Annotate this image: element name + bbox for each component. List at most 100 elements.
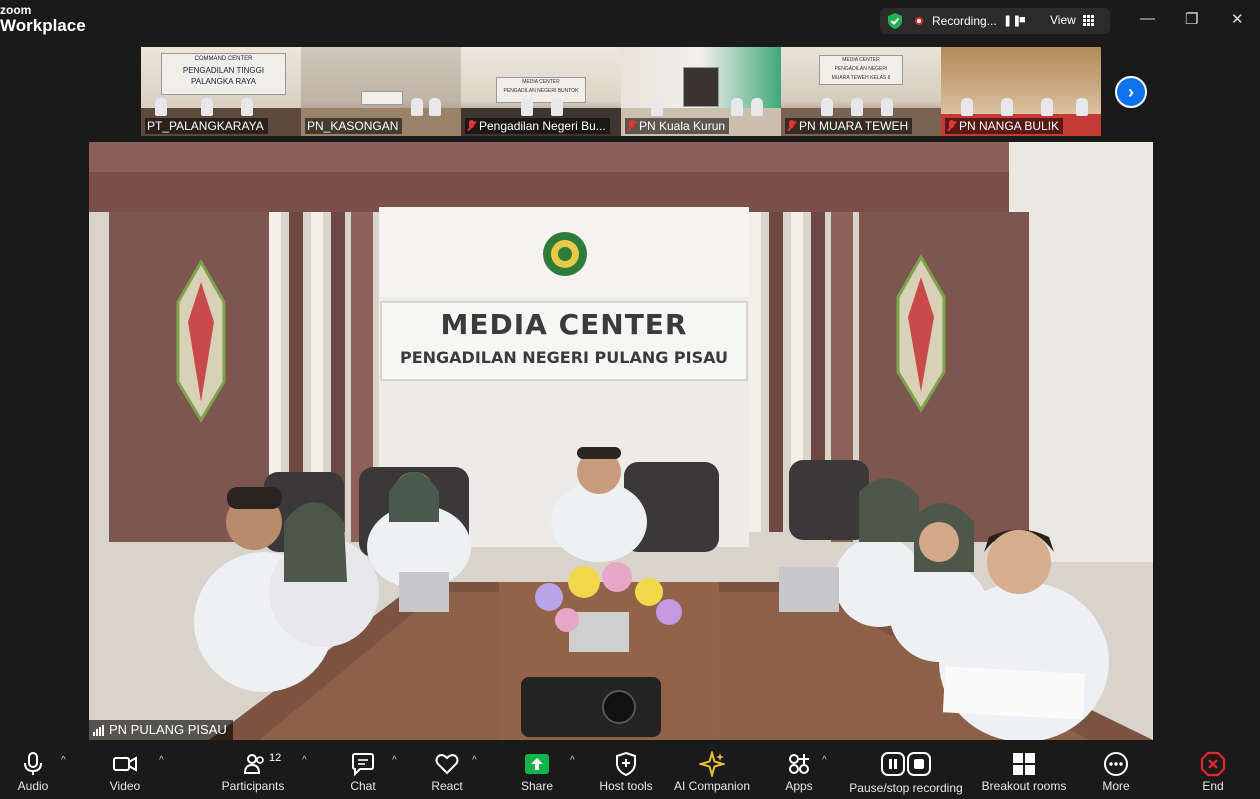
- video-button[interactable]: Video: [102, 741, 148, 799]
- person: [551, 98, 563, 116]
- gallery-grid-icon[interactable]: [1083, 15, 1094, 26]
- next-page-chevron-icon[interactable]: ›: [1115, 76, 1147, 108]
- video-options-chevron-icon[interactable]: ^: [159, 755, 164, 766]
- video-label: Video: [109, 779, 141, 793]
- chat-options-chevron-icon[interactable]: ^: [392, 755, 397, 766]
- sign-line: MUARA TEWEH KELAS II: [831, 75, 891, 81]
- restore-button[interactable]: ❐: [1185, 10, 1198, 28]
- breakout-rooms-label: Breakout rooms: [981, 779, 1067, 793]
- apps-label: Apps: [785, 779, 813, 793]
- person: [1001, 98, 1013, 116]
- participant-name-label: Pengadilan Negeri Bu...: [465, 118, 610, 134]
- share-label: Share: [520, 779, 554, 793]
- share-screen-icon: [525, 754, 549, 774]
- apps-options-chevron-icon[interactable]: ^: [822, 755, 827, 766]
- view-button[interactable]: View: [1050, 13, 1076, 27]
- muted-mic-icon: [627, 120, 636, 132]
- brand-workplace: Workplace: [0, 16, 86, 35]
- sign-line: PENGADILAN TINGGI: [182, 66, 265, 75]
- person: [201, 98, 213, 116]
- meeting-toolbar: Audio ^ Video ^ 12 Participants ^ Chat ^…: [0, 741, 1260, 799]
- breakout-rooms-button[interactable]: Breakout rooms: [980, 741, 1068, 799]
- participant-name-label: PN NANGA BULIK: [945, 118, 1064, 134]
- wall-sign-title: MEDIA CENTER: [440, 308, 688, 341]
- person: [1041, 98, 1053, 116]
- host-tools-shield-icon: [616, 751, 636, 777]
- audio-button[interactable]: Audio: [10, 741, 56, 799]
- participants-options-chevron-icon[interactable]: ^: [302, 755, 307, 766]
- audio-options-chevron-icon[interactable]: ^: [61, 755, 66, 766]
- participant-name-label: PN MUARA TEWEH: [785, 118, 913, 134]
- recording-dot-icon: [915, 17, 923, 25]
- audio-label: Audio: [17, 779, 49, 793]
- participants-label: Participants: [221, 779, 285, 793]
- participants-button[interactable]: 12 Participants: [221, 741, 285, 799]
- participant-tile[interactable]: PN NANGA BULIK: [941, 47, 1101, 136]
- react-options-chevron-icon[interactable]: ^: [472, 755, 477, 766]
- participant-tile[interactable]: MEDIA CENTER PENGADILAN NEGERI MUARA TEW…: [781, 47, 941, 136]
- chat-button[interactable]: Chat: [340, 741, 386, 799]
- muted-mic-icon: [947, 120, 956, 132]
- person: [155, 98, 167, 116]
- participant-tile[interactable]: MEDIA CENTER PENGADILAN NEGERI BUNTOK Pe…: [461, 47, 621, 136]
- participant-name: PT_PALANGKARAYA: [147, 119, 264, 133]
- pause-stop-recording-button[interactable]: Pause/stop recording: [848, 741, 964, 799]
- more-label: More: [1102, 779, 1130, 793]
- pause-stop-icon: [881, 752, 931, 776]
- person: [1076, 98, 1088, 116]
- security-shield-icon[interactable]: [886, 12, 904, 30]
- participant-name-label: PN_KASONGAN: [305, 118, 403, 134]
- end-meeting-button[interactable]: End: [1192, 741, 1234, 799]
- recording-stop-icon[interactable]: ■: [1019, 14, 1026, 26]
- share-button[interactable]: Share: [514, 741, 560, 799]
- room-sign: MEDIA CENTER PENGADILAN NEGERI BUNTOK: [496, 77, 586, 103]
- participant-name: Pengadilan Negeri Bu...: [479, 119, 606, 133]
- participants-count-badge: 12: [269, 752, 282, 764]
- pause-stop-recording-label: Pause/stop recording: [849, 781, 963, 795]
- person: [731, 98, 743, 116]
- minimize-button[interactable]: —: [1140, 10, 1155, 27]
- ai-companion-label: AI Companion: [673, 779, 751, 793]
- host-tools-button[interactable]: Host tools: [596, 741, 656, 799]
- react-label: React: [431, 779, 463, 793]
- muted-mic-icon: [467, 120, 476, 132]
- more-ellipsis-icon: [1104, 752, 1128, 776]
- react-button[interactable]: React: [424, 741, 470, 799]
- person: [241, 98, 253, 116]
- sign-line: PENGADILAN NEGERI BUNTOK: [503, 88, 579, 94]
- person: [521, 98, 533, 116]
- close-window-button[interactable]: ✕: [1231, 10, 1244, 28]
- chat-label: Chat: [350, 779, 376, 793]
- room-sign: MEDIA CENTER PENGADILAN NEGERI MUARA TEW…: [819, 55, 903, 85]
- host-tools-label: Host tools: [599, 779, 653, 793]
- apps-button[interactable]: Apps: [776, 741, 822, 799]
- title-bar: zoom Workplace Recording... ❚❚ ■ View — …: [0, 0, 1260, 44]
- participant-name: PN Kuala Kurun: [639, 119, 726, 133]
- participant-strip: COMMAND CENTER PENGADILAN TINGGI PALANGK…: [141, 47, 1101, 136]
- person: [651, 98, 663, 116]
- participant-name: PN MUARA TEWEH: [799, 119, 909, 133]
- sign-line: PENGADILAN NEGERI: [834, 66, 888, 72]
- app-logo: zoom Workplace: [0, 4, 86, 34]
- sign-line: PALANGKA RAYA: [191, 77, 256, 86]
- sign-line: COMMAND CENTER: [194, 56, 253, 62]
- participant-name-label: PT_PALANGKARAYA: [145, 118, 268, 134]
- share-options-chevron-icon[interactable]: ^: [570, 755, 575, 766]
- apps-icon: [789, 754, 809, 774]
- speaker-name: PN PULANG PISAU: [109, 722, 227, 737]
- wall-sign-subtitle: PENGADILAN NEGERI PULANG PISAU: [399, 348, 729, 367]
- person: [821, 98, 833, 116]
- room-sign: [683, 67, 719, 107]
- participant-tile[interactable]: PN Kuala Kurun: [621, 47, 781, 136]
- brand-zoom: zoom: [0, 3, 32, 17]
- participant-tile[interactable]: COMMAND CENTER PENGADILAN TINGGI PALANGK…: [141, 47, 301, 136]
- breakout-rooms-icon: [1013, 753, 1035, 775]
- video-camera-icon: [113, 756, 137, 772]
- microphone-icon: [24, 752, 42, 775]
- ai-companion-button[interactable]: AI Companion: [672, 741, 752, 799]
- recording-status-text: Recording...: [932, 14, 997, 28]
- participant-tile[interactable]: PN_KASONGAN: [301, 47, 461, 136]
- muted-mic-icon: [787, 120, 796, 132]
- more-button[interactable]: More: [1094, 741, 1138, 799]
- person: [411, 98, 423, 116]
